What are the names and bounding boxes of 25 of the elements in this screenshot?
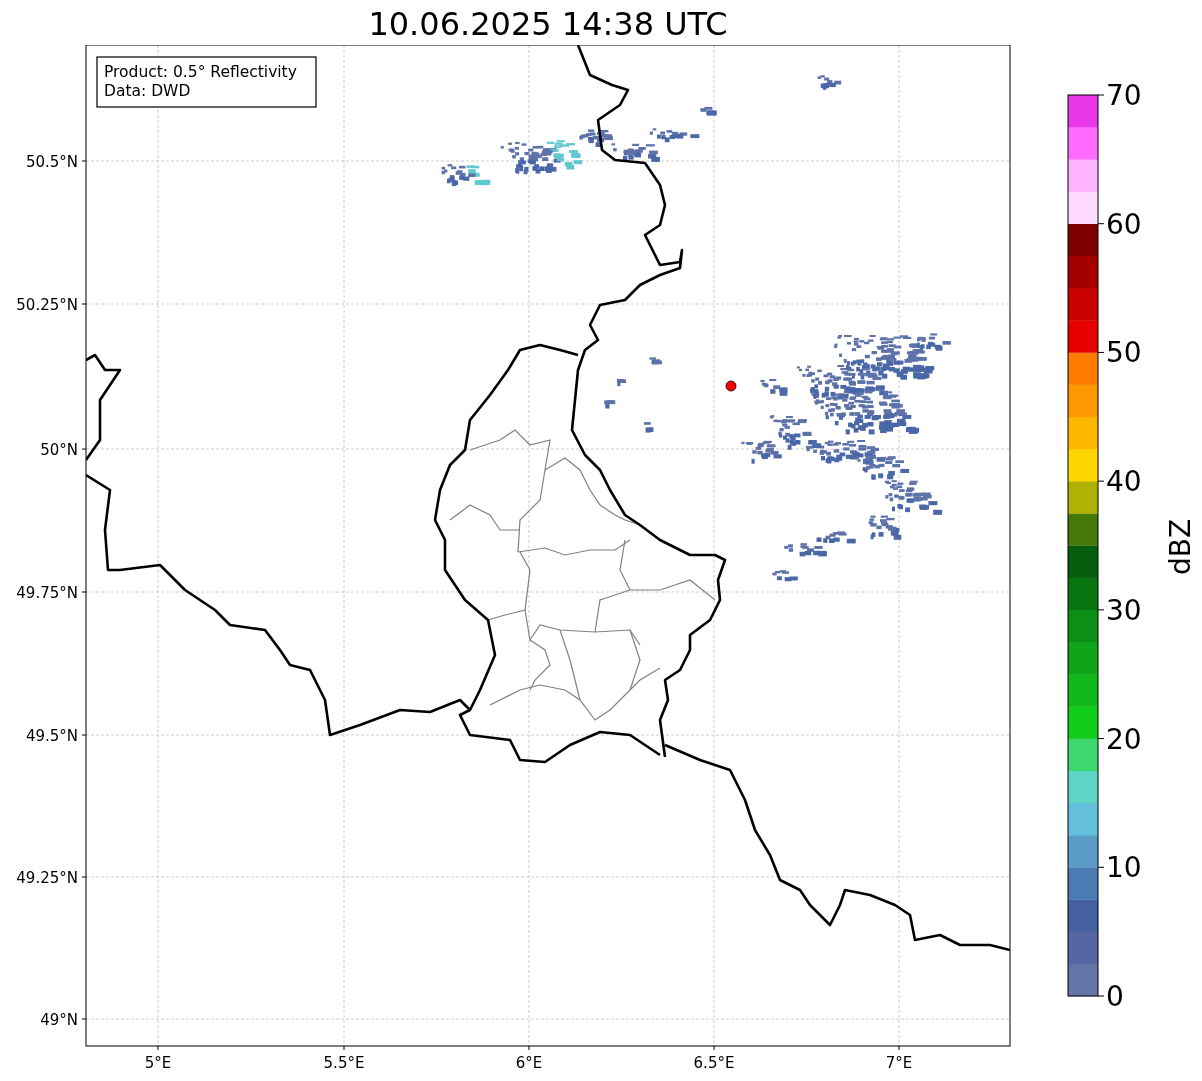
colorbar-tick-label: 50	[1106, 336, 1142, 370]
axis-tick-label: 50.25°N	[16, 296, 78, 314]
axis-tick-label: 5°E	[144, 1054, 172, 1072]
colorbar-tick-label: 40	[1106, 465, 1142, 499]
axis-tick-label: 49°N	[40, 1011, 78, 1029]
colorbar-tick-label: 30	[1106, 593, 1142, 627]
colorbar-label: dBZ	[1164, 518, 1197, 576]
axis-tick-label: 5.5°E	[323, 1054, 365, 1072]
colorbar-tick-label: 60	[1106, 207, 1142, 241]
axis-tick-label: 49.5°N	[25, 727, 78, 745]
radar-site-marker	[725, 380, 737, 392]
axis-tick-label: 7°E	[885, 1054, 913, 1072]
info-text: Data: DWD	[104, 82, 191, 100]
colorbar-tick-label: 20	[1106, 722, 1142, 756]
colorbar-tick-label: 0	[1106, 980, 1124, 1013]
axis-tick-label: 50.5°N	[25, 153, 78, 171]
axis-tick-label: 6.5°E	[693, 1054, 735, 1072]
axis-tick-label: 50°N	[40, 441, 78, 459]
axis-tick-label: 49.75°N	[16, 584, 78, 602]
info-text: Product: 0.5° Reflectivity	[104, 63, 297, 81]
axis-tick-label: 6°E	[515, 1054, 543, 1072]
colorbar-tick-label: 10	[1106, 851, 1142, 885]
colorbar-tick-label: 70	[1106, 79, 1142, 112]
axis-tick-label: 49.25°N	[16, 869, 78, 887]
chart-title: 10.06.2025 14:38 UTC	[368, 3, 728, 43]
